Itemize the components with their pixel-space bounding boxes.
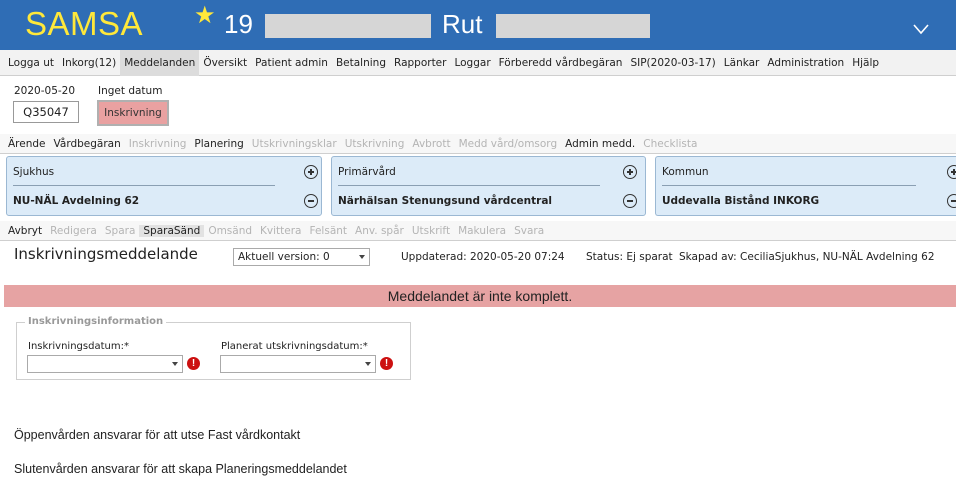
add-icon[interactable] (623, 165, 637, 179)
menu-sip[interactable]: SIP(2020-03-17) (626, 50, 719, 76)
remove-icon[interactable] (947, 194, 956, 208)
tab-vardbegaran[interactable]: Vårdbegäran (50, 138, 125, 150)
menu-help[interactable]: Hjälp (848, 50, 883, 76)
page-title: Inskrivningsmeddelande (14, 245, 198, 263)
tab-utskrivning: Utskrivning (344, 137, 405, 150)
chevron-down-icon (172, 362, 178, 366)
menu-payment[interactable]: Betalning (332, 50, 390, 76)
menu-patient-admin[interactable]: Patient admin (251, 50, 332, 76)
menu-reports[interactable]: Rapporter (390, 50, 450, 76)
version-select[interactable]: Aktuell version: 0 (233, 248, 370, 266)
inskrivningsdatum-select[interactable] (27, 355, 183, 373)
chevron-down-icon[interactable] (912, 20, 930, 38)
action-redigera: Redigera (50, 224, 97, 237)
app-logo: SAMSA (25, 5, 144, 42)
action-kvittera: Kvittera (260, 224, 302, 237)
chevron-down-icon (359, 255, 365, 259)
action-avbryt[interactable]: Avbryt (4, 225, 46, 237)
care-box-sjukhus: Sjukhus NU-NÄL Avdelning 62 (6, 156, 322, 216)
action-svara: Svara (514, 224, 545, 237)
note-fast-vardkontakt: Öppenvården ansvarar för att utse Fast v… (14, 428, 301, 442)
add-icon[interactable] (304, 165, 318, 179)
remove-icon[interactable] (304, 194, 318, 208)
planerat-utskrivningsdatum-label: Planerat utskrivningsdatum:* (221, 341, 368, 352)
error-icon: ! (187, 357, 200, 370)
note-planeringsmeddelande: Slutenvården ansvarar för att skapa Plan… (14, 462, 347, 476)
created-by: Skapad av: CeciliaSjukhus, NU-NÄL Avdeln… (679, 251, 935, 263)
care-box-label: Primärvård (338, 166, 396, 178)
action-utskrift: Utskrift (411, 224, 451, 237)
redacted-personal-id (265, 14, 431, 38)
action-sparasand[interactable]: SparaSänd (139, 224, 205, 237)
case-id[interactable]: Q35047 (13, 101, 79, 123)
no-date-label: Inget datum (98, 85, 163, 97)
menu-messages[interactable]: Meddelanden (120, 49, 200, 76)
care-box-label: Sjukhus (13, 166, 55, 178)
tab-checklista: Checklista (643, 137, 698, 150)
care-box-value: Närhälsan Stenungsund vårdcentral (338, 195, 553, 207)
action-anv-spar: Anv. spår (355, 224, 404, 237)
tab-avbrott: Avbrott (412, 137, 451, 150)
menu-logout[interactable]: Logga ut (4, 50, 58, 76)
menu-overview[interactable]: Översikt (199, 50, 251, 76)
remove-icon[interactable] (623, 194, 637, 208)
add-icon[interactable] (947, 165, 956, 179)
tab-medd-vard-omsorg: Medd vård/omsorg (458, 137, 558, 150)
app-header: SAMSA ★ 19 Rut (0, 0, 956, 50)
version-value: Aktuell version: 0 (238, 251, 330, 263)
tab-planering[interactable]: Planering (190, 138, 247, 150)
status-text: Status: Ej sparat (586, 251, 673, 263)
action-bar: Avbryt Redigera Spara SparaSänd Omsänd K… (0, 221, 956, 241)
menu-administration[interactable]: Administration (763, 50, 848, 76)
tab-admin-medd[interactable]: Admin medd. (561, 138, 639, 150)
main-menu: Logga ut Inkorg(12) Meddelanden Översikt… (0, 49, 956, 76)
action-makulera: Makulera (458, 224, 507, 237)
action-omsand: Omsänd (208, 224, 253, 237)
error-icon: ! (380, 357, 393, 370)
fieldset-legend: Inskrivningsinformation (25, 316, 167, 327)
planerat-utskrivningsdatum-select[interactable] (220, 355, 376, 373)
patient-number: 19 (224, 9, 253, 39)
star-icon[interactable]: ★ (194, 3, 216, 27)
inskrivningsdatum-label: Inskrivningsdatum:* (28, 341, 129, 352)
tab-inskrivning: Inskrivning (128, 137, 187, 150)
divider (662, 185, 916, 186)
action-felsant: Felsänt (309, 224, 348, 237)
menu-prepared-care-request[interactable]: Förberedd vårdbegäran (495, 50, 627, 76)
care-box-value: NU-NÄL Avdelning 62 (13, 195, 140, 207)
menu-links[interactable]: Länkar (720, 50, 764, 76)
action-spara: Spara (104, 224, 136, 237)
care-box-primarvard: Primärvård Närhälsan Stenungsund vårdcen… (331, 156, 646, 216)
rut-label: Rut (442, 9, 483, 39)
menu-logs[interactable]: Loggar (450, 50, 494, 76)
tab-utskrivningsklar: Utskrivningsklar (251, 137, 337, 150)
divider (13, 185, 275, 186)
process-tabs: Ärende Vårdbegäran Inskrivning Planering… (0, 134, 956, 154)
updated-timestamp: Uppdaterad: 2020-05-20 07:24 (401, 251, 565, 263)
case-date: 2020-05-20 (14, 85, 76, 97)
inskrivning-badge[interactable]: Inskrivning (97, 100, 169, 126)
tab-arende[interactable]: Ärende (4, 138, 50, 150)
care-box-label: Kommun (662, 166, 709, 178)
menu-inbox[interactable]: Inkorg(12) (58, 50, 120, 76)
care-box-value: Uddevalla Bistånd INKORG (662, 195, 820, 207)
incomplete-warning-banner: Meddelandet är inte komplett. (4, 285, 956, 307)
chevron-down-icon (365, 362, 371, 366)
redacted-patient-name (496, 14, 650, 38)
care-box-kommun: Kommun Uddevalla Bistånd INKORG (655, 156, 956, 216)
divider (338, 185, 600, 186)
